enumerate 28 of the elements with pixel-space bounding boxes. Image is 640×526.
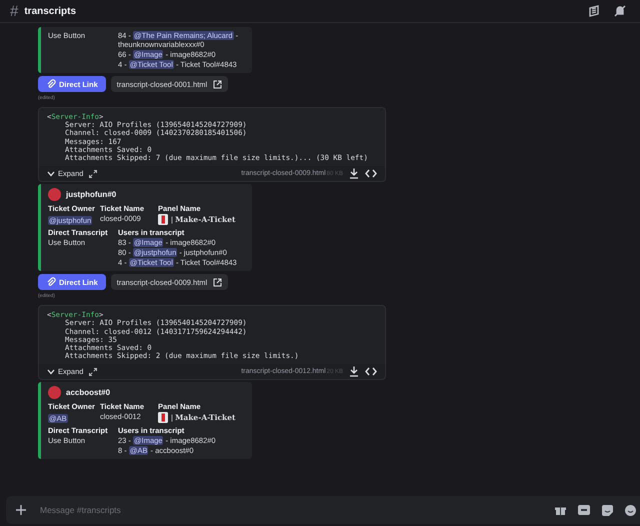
gif-icon[interactable] — [578, 505, 590, 515]
download-icon[interactable] — [349, 168, 359, 180]
paperclip-icon — [46, 79, 56, 89]
emoji-icon[interactable] — [625, 504, 636, 516]
book-icon — [158, 412, 168, 424]
message-field[interactable]: Message #transcripts — [6, 496, 640, 524]
fullscreen-icon[interactable] — [89, 368, 98, 376]
author-name: accboost#0 — [66, 388, 110, 398]
muted-bell-icon[interactable] — [614, 5, 626, 17]
book-icon — [158, 214, 168, 226]
paperclip-icon — [46, 277, 56, 288]
channel-name: transcripts — [24, 6, 76, 16]
avatar-icon — [48, 188, 61, 202]
fullscreen-icon[interactable] — [89, 170, 98, 178]
chevron-down-icon — [47, 368, 55, 375]
channel-hash-icon: # — [10, 2, 18, 20]
plus-icon[interactable] — [16, 505, 26, 515]
download-icon[interactable] — [349, 366, 359, 378]
code-icon[interactable] — [365, 169, 377, 178]
avatar-icon — [48, 386, 61, 400]
author-name: justphofun#0 — [66, 190, 116, 200]
threads-icon[interactable] — [588, 5, 600, 17]
code-icon[interactable] — [365, 367, 377, 376]
gift-icon[interactable] — [555, 504, 566, 516]
sticker-icon[interactable] — [602, 504, 613, 516]
chevron-down-icon — [47, 170, 55, 177]
external-link-icon — [213, 80, 222, 88]
external-link-icon — [213, 278, 222, 287]
